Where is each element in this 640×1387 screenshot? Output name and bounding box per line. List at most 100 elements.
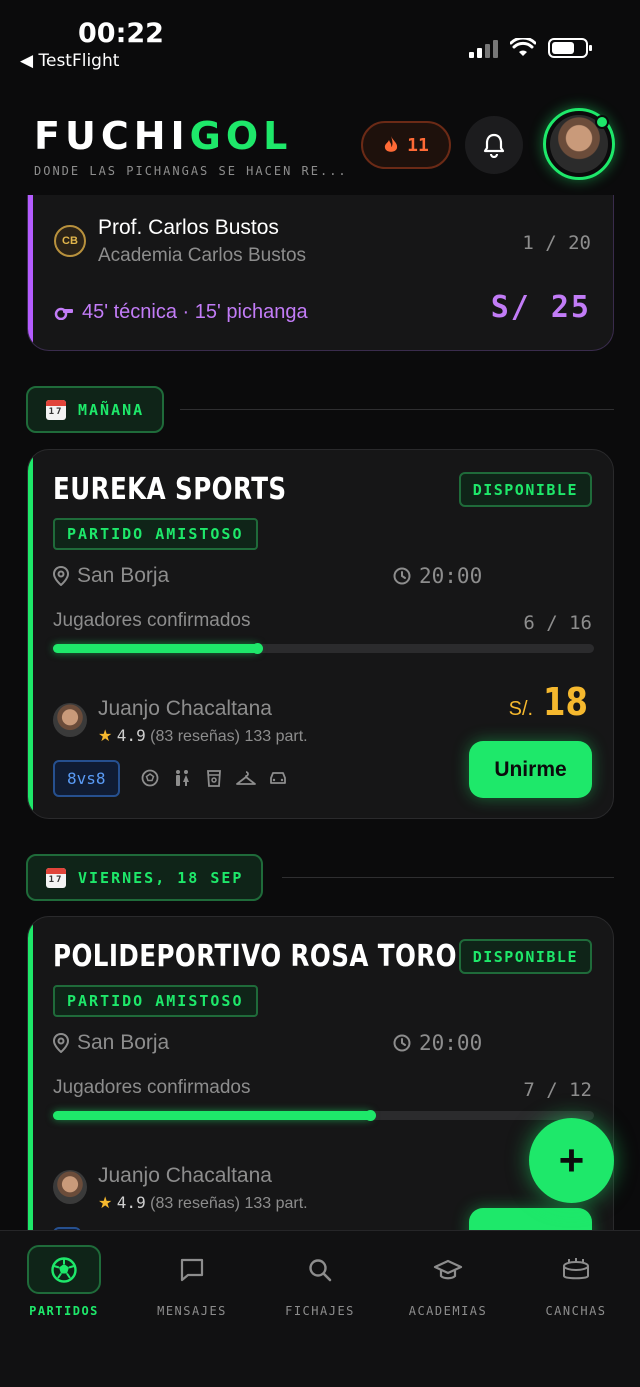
- nav-fichajes[interactable]: FICHAJES: [256, 1245, 384, 1318]
- match-type-badge: PARTIDO AMISTOSO: [53, 985, 258, 1017]
- date-chip: 17 MAÑANA: [26, 386, 165, 433]
- session-format: 45' técnica · 15' pichanga: [54, 301, 308, 324]
- host-rating: ★ 4.9 (83 reseñas) 133 part.: [98, 1193, 308, 1213]
- system-icons: [469, 38, 592, 58]
- host-avatar[interactable]: [53, 703, 87, 737]
- host-name[interactable]: Juanjo Chacaltana: [98, 1164, 272, 1188]
- progress-fill: [53, 643, 263, 654]
- map-pin-icon: [53, 1033, 69, 1053]
- time-text: 20:00: [419, 564, 483, 588]
- academy-name: Academia Carlos Bustos: [98, 245, 307, 266]
- star-icon: ★: [98, 1195, 113, 1212]
- soccer-ball-icon: [27, 1245, 101, 1294]
- host-matches: 133 part.: [244, 1195, 308, 1212]
- ball-icon: [140, 768, 160, 788]
- date-label: MAÑANA: [78, 400, 145, 419]
- location: San Borja: [53, 1031, 169, 1055]
- players-count: 6 / 16: [523, 612, 592, 634]
- players-label: Jugadores confirmados: [53, 610, 251, 631]
- nav-mensajes[interactable]: MENSAJES: [128, 1245, 256, 1318]
- players-count: 7 / 12: [523, 1079, 592, 1101]
- nav-label: ACADEMIAS: [408, 1304, 488, 1318]
- match-card[interactable]: POLIDEPORTIVO ROSA TORO DISPONIBLE PARTI…: [27, 916, 614, 1256]
- star-icon: ★: [98, 728, 113, 745]
- card-accent: [28, 917, 33, 1255]
- profile-avatar[interactable]: [543, 108, 615, 180]
- review-count: (83 reseñas): [150, 1195, 240, 1212]
- back-to-testflight[interactable]: ◀ TestFlight: [20, 51, 119, 71]
- academy-logo: CB: [54, 225, 86, 257]
- format-badge: 8vs8: [53, 760, 120, 797]
- coach-name: Prof. Carlos Bustos: [98, 216, 279, 239]
- battery-icon: [548, 38, 592, 58]
- status-badge: DISPONIBLE: [458, 472, 592, 507]
- session-format-text: 45' técnica · 15' pichanga: [82, 301, 308, 323]
- notifications-button[interactable]: [465, 116, 523, 174]
- hanger-icon: [236, 768, 256, 788]
- join-button[interactable]: Unirme: [469, 741, 592, 798]
- back-label[interactable]: TestFlight: [38, 51, 119, 71]
- match-price: S/. 18: [509, 680, 592, 724]
- clock-icon: [393, 567, 411, 585]
- nav-canchas[interactable]: CANCHAS: [512, 1245, 640, 1318]
- card-accent: [28, 450, 33, 818]
- players-progress-bar: [53, 643, 594, 654]
- restroom-icon: [172, 768, 192, 788]
- amenities: [140, 768, 288, 788]
- host-matches: 133 part.: [244, 728, 308, 745]
- streak-count: 11: [407, 134, 429, 156]
- location-text: San Borja: [77, 1031, 170, 1054]
- progress-fill: [53, 1110, 377, 1121]
- bell-icon: [483, 133, 505, 158]
- whistle-icon: [54, 307, 73, 320]
- nav-label: FICHAJES: [285, 1304, 355, 1318]
- drink-icon: [204, 768, 224, 788]
- parking-icon: [268, 768, 288, 788]
- create-match-button[interactable]: +: [529, 1118, 614, 1203]
- status-bar: 00:22 ◀ TestFlight: [0, 0, 640, 80]
- rating-value: 4.9: [116, 1193, 146, 1212]
- stadium-icon: [539, 1245, 613, 1294]
- status-badge: DISPONIBLE: [458, 939, 592, 974]
- divider: [282, 877, 614, 878]
- clock-icon: [393, 1034, 411, 1052]
- date-header-tomorrow: 17 MAÑANA: [26, 386, 614, 434]
- rating-value: 4.9: [116, 726, 146, 745]
- nav-academias[interactable]: ACADEMIAS: [384, 1245, 512, 1318]
- wifi-icon: [510, 38, 536, 56]
- academy-price: S/ 25: [490, 290, 591, 325]
- streak-button[interactable]: 11: [361, 121, 451, 169]
- match-time: 20:00: [393, 1031, 482, 1055]
- currency: S/.: [508, 698, 534, 720]
- clock: 00:22: [78, 18, 164, 49]
- match-time: 20:00: [393, 564, 482, 588]
- location-text: San Borja: [77, 564, 170, 587]
- match-card[interactable]: EUREKA SPORTS DISPONIBLE PARTIDO AMISTOS…: [27, 449, 614, 819]
- app-header: FUCHIGOL DONDE LAS PICHANGAS SE HACEN RE…: [0, 90, 640, 195]
- calendar-icon: 17: [46, 867, 66, 888]
- nav-label: CANCHAS: [545, 1304, 607, 1318]
- time-text: 20:00: [419, 1031, 483, 1055]
- nav-label: PARTIDOS: [29, 1304, 99, 1318]
- review-count: (83 reseñas): [150, 728, 240, 745]
- date-header-friday: 17 VIERNES, 18 SEP: [26, 854, 614, 902]
- nav-label: MENSAJES: [157, 1304, 227, 1318]
- calendar-icon: 17: [46, 399, 66, 420]
- location: San Borja: [53, 564, 169, 588]
- fire-icon: [384, 136, 398, 152]
- host-avatar[interactable]: [53, 1170, 87, 1204]
- price-value: 18: [543, 680, 589, 724]
- players-progress-bar: [53, 1110, 594, 1121]
- host-name[interactable]: Juanjo Chacaltana: [98, 697, 272, 721]
- players-label: Jugadores confirmados: [53, 1077, 251, 1098]
- venue-name: POLIDEPORTIVO ROSA TORO: [53, 939, 457, 974]
- date-label: VIERNES, 18 SEP: [78, 868, 244, 887]
- bottom-nav: PARTIDOS MENSAJES FICHAJES ACADEMIAS CAN…: [0, 1230, 640, 1387]
- map-pin-icon: [53, 566, 69, 586]
- nav-partidos[interactable]: PARTIDOS: [0, 1245, 128, 1318]
- academy-card[interactable]: CB Prof. Carlos Bustos Academia Carlos B…: [27, 180, 614, 351]
- card-accent: [28, 180, 33, 350]
- search-icon: [283, 1245, 357, 1294]
- host-rating: ★ 4.9 (83 reseñas) 133 part.: [98, 726, 308, 746]
- app-logo: FUCHIGOL: [34, 114, 293, 158]
